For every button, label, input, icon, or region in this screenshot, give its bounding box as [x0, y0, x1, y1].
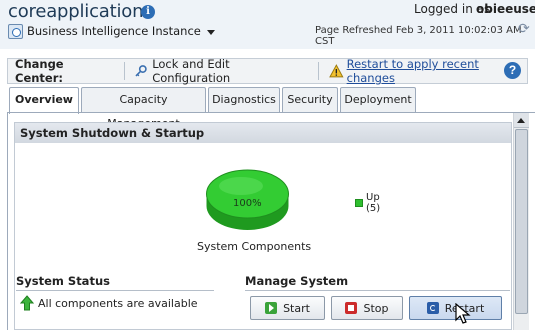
change-center-bar: Change Center: Lock and Edit Configurati…: [7, 57, 528, 85]
pie-slice-label: 100%: [233, 198, 262, 209]
tab-diagnostics[interactable]: Diagnostics: [208, 87, 280, 113]
system-status-title: System Status: [16, 274, 110, 288]
legend-swatch-up: [355, 199, 363, 207]
scroll-thumb[interactable]: [515, 129, 528, 314]
warning-icon: [329, 64, 344, 78]
target-menu[interactable]: Business Intelligence Instance: [8, 23, 215, 39]
scroll-up-arrow-icon[interactable]: [514, 113, 529, 128]
legend-label-up: Up: [366, 192, 380, 203]
start-icon: [265, 302, 278, 314]
arrow-up-icon: [20, 295, 34, 311]
chart-caption: System Components: [197, 240, 312, 253]
refresh-icon[interactable]: ⟳: [518, 21, 530, 37]
stop-button[interactable]: Stop: [331, 296, 403, 320]
lock-and-edit-button[interactable]: Lock and Edit Configuration: [152, 57, 308, 85]
legend-count-up: (5): [366, 203, 381, 214]
system-components-pie-chart: [206, 169, 289, 230]
change-center-label: Change Center:: [15, 57, 64, 85]
start-button-label: Start: [283, 301, 310, 315]
tab-bar: Overview Capacity Management Diagnostics…: [9, 87, 418, 130]
divider: [16, 290, 214, 291]
stop-icon: [345, 302, 358, 314]
divider: [123, 62, 125, 80]
mouse-cursor-icon: [455, 303, 471, 324]
page-header: coreapplication i Logged in as obieeuser…: [0, 0, 535, 49]
tab-deployment[interactable]: Deployment: [340, 87, 416, 113]
divider: [317, 62, 319, 80]
key-icon[interactable]: [134, 64, 148, 78]
info-icon[interactable]: i: [141, 5, 155, 19]
page-refreshed-text: Page Refreshed Feb 3, 2011 10:02:03 AM C…: [315, 25, 522, 47]
tab-security[interactable]: Security: [282, 87, 338, 113]
divider: [245, 290, 510, 291]
chevron-down-icon[interactable]: [206, 29, 215, 35]
help-icon[interactable]: ?: [504, 62, 521, 79]
restart-icon: [426, 302, 439, 314]
panel-title: System Shutdown & Startup: [15, 123, 511, 143]
pie-highlight: [219, 177, 263, 195]
restart-to-apply-link[interactable]: Restart to apply recent changes: [347, 57, 527, 85]
page-title: coreapplication: [8, 1, 144, 22]
tab-overview[interactable]: Overview: [9, 87, 79, 114]
manage-system-title: Manage System: [245, 274, 349, 288]
instance-icon: [8, 23, 23, 39]
user-name[interactable]: obieeuser: [476, 2, 535, 16]
system-status-text: All components are available: [38, 297, 198, 310]
instance-menu-label[interactable]: Business Intelligence Instance: [27, 24, 201, 38]
vertical-scrollbar[interactable]: [513, 113, 529, 330]
start-button[interactable]: Start: [250, 296, 325, 320]
stop-button-label: Stop: [363, 301, 389, 315]
tab-capacity-management[interactable]: Capacity Management: [81, 87, 206, 130]
